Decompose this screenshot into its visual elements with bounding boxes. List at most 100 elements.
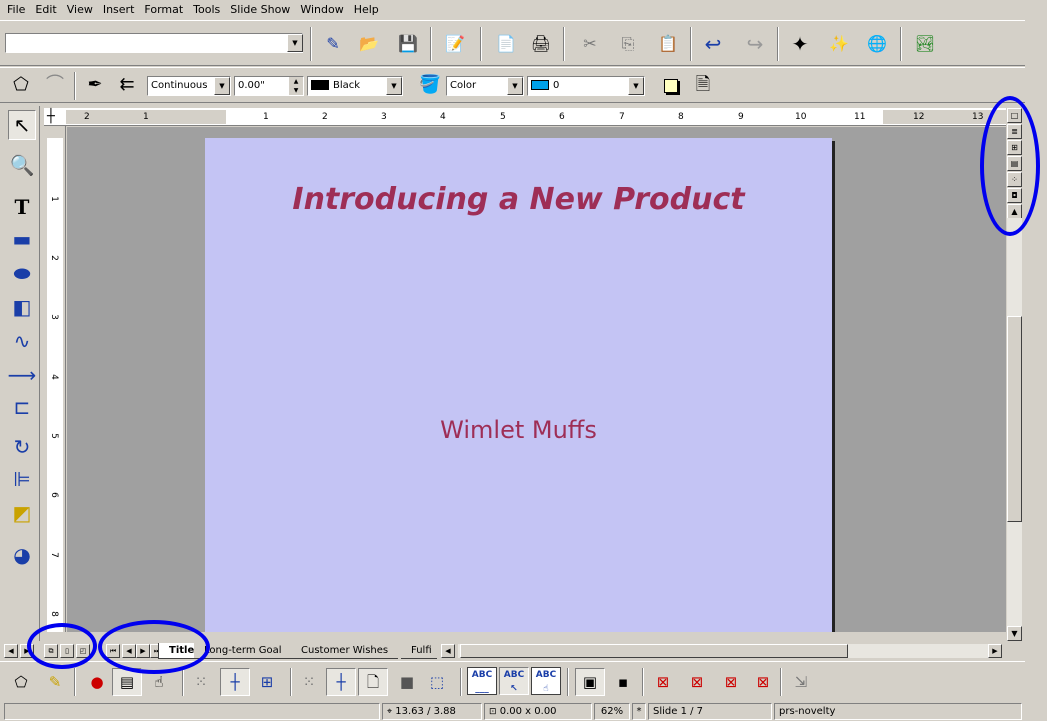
double-click-text-edit-icon[interactable]: ABC ☝ (531, 667, 561, 695)
line-color-select[interactable]: Black ▼ (307, 76, 403, 96)
tab-scroll-left-icon[interactable]: ◀ (441, 644, 455, 658)
shadow-icon[interactable] (658, 73, 684, 99)
rotation-mode-icon[interactable]: ● (82, 668, 112, 696)
scroll-up-icon[interactable]: ▲ (1007, 204, 1022, 219)
cut-icon[interactable]: ✂ (577, 31, 603, 57)
vertical-ruler[interactable]: 1 2 3 4 5 6 7 8 (44, 126, 66, 632)
glue-points-icon[interactable]: ✎ (40, 668, 70, 696)
snap-object-points-icon[interactable]: ⬚ (422, 668, 452, 696)
export-pdf-icon[interactable]: 📄 (493, 31, 519, 57)
scroll-right-icon[interactable]: ▶ (20, 644, 34, 658)
tab-stop-icon[interactable]: ┼ (47, 109, 55, 124)
menu-slide-show[interactable]: Slide Show (225, 0, 295, 20)
text-tool-icon[interactable]: T (8, 192, 36, 222)
notes-view-icon[interactable]: ▤ (1007, 156, 1022, 171)
chevron-down-icon[interactable]: ▼ (386, 77, 402, 95)
edit-points-icon[interactable]: ⬠ (8, 72, 34, 98)
exit-all-groups-icon[interactable]: ▣ (575, 668, 605, 696)
handles-large-icon[interactable]: ▪ (608, 668, 638, 696)
menu-help[interactable]: Help (349, 0, 384, 20)
drawing-view-icon[interactable]: □ (1007, 108, 1022, 123)
select-arrow-icon[interactable]: ↖ (8, 110, 36, 140)
area-fill-icon[interactable]: 🪣 (417, 72, 443, 98)
solid-mark-dragging-icon[interactable]: ⇲ (786, 668, 816, 696)
master-view-icon[interactable]: ▯ (60, 644, 74, 658)
align-icon[interactable]: ⊫ (8, 464, 36, 494)
layer-view-icon[interactable]: ◰ (76, 644, 90, 658)
tab-customer-wishes[interactable]: Customer Wishes (291, 643, 399, 659)
arrange-icon[interactable]: ◩ (8, 498, 36, 528)
tab-long-term-goal[interactable]: Long-term Goal (194, 643, 292, 659)
outline-view-icon[interactable]: ≣ (1007, 124, 1022, 139)
horizontal-scroll-thumb[interactable] (460, 644, 848, 658)
display-mode-3-icon[interactable]: ⊠ (716, 668, 746, 696)
snap-page-margins-icon[interactable]: 🗋 (358, 668, 388, 696)
undo-icon[interactable]: ↩ (700, 31, 726, 57)
menu-format[interactable]: Format (139, 0, 188, 20)
scroll-down-icon[interactable]: ▼ (1007, 626, 1022, 641)
prev-slide-icon[interactable]: ◀ (122, 644, 136, 658)
zoom-icon[interactable]: 🔍 (8, 150, 36, 180)
quick-edit-icon[interactable]: ☝ (144, 668, 174, 696)
menu-tools[interactable]: Tools (188, 0, 225, 20)
arrow-style-icon[interactable]: ⇇ (114, 72, 140, 98)
rotate-icon[interactable]: ↻ (8, 432, 36, 462)
menu-file[interactable]: File (2, 0, 30, 20)
gallery-icon[interactable]: 🌐 (864, 31, 890, 57)
copy-icon[interactable]: ⎘ (615, 31, 641, 57)
slide-view-icon[interactable]: ⧉ (44, 644, 58, 658)
tab-scroll-right-icon[interactable]: ▶ (988, 644, 1002, 658)
chevron-down-icon[interactable]: ▼ (507, 77, 523, 95)
scroll-left-icon[interactable]: ◀ (4, 644, 18, 658)
status-zoom[interactable]: 62% (594, 703, 630, 720)
line-style-select[interactable]: Continuous ▼ (147, 76, 231, 96)
start-slideshow-icon[interactable]: 🏞 (912, 31, 938, 57)
helplines-icon[interactable]: ⊞ (252, 668, 282, 696)
tab-fulfillment[interactable]: Fulfi (401, 643, 437, 659)
slide-workspace[interactable]: Introducing a New Product Wimlet Muffs (67, 127, 1006, 632)
handout-view-icon[interactable]: ⁘ (1007, 172, 1022, 187)
edit-points-icon[interactable]: ⬠ (6, 668, 36, 696)
url-dropdown-button[interactable]: ▼ (287, 34, 303, 52)
display-mode-1-icon[interactable]: ⊠ (648, 668, 678, 696)
save-icon[interactable]: 💾 (395, 31, 421, 57)
paste-icon[interactable]: 📋 (655, 31, 681, 57)
line-width-spinner[interactable]: ▲ ▼ (289, 77, 303, 95)
slide-title[interactable]: Introducing a New Product (205, 182, 832, 217)
menu-insert[interactable]: Insert (98, 0, 140, 20)
menu-window[interactable]: Window (295, 0, 348, 20)
show-grid-icon[interactable]: ⁙ (186, 668, 216, 696)
edit-file-icon[interactable]: ✎ (320, 31, 346, 57)
area-color-select[interactable]: 0 ▼ (527, 76, 645, 96)
navigator-icon[interactable]: ✦ (787, 31, 813, 57)
first-slide-icon[interactable]: ⏮ (106, 644, 120, 658)
line-arrow-icon[interactable]: ⟶ (8, 360, 37, 390)
area-style-select[interactable]: Color ▼ (446, 76, 524, 96)
horizontal-ruler[interactable]: ┼ 2 1 1 2 3 4 5 6 7 8 9 10 11 12 13 (44, 108, 1006, 126)
print-icon[interactable]: 🖨 (528, 31, 554, 57)
curve-tool-icon[interactable]: ∿ (8, 326, 36, 356)
text-frame-icon[interactable]: ▤ (112, 668, 142, 696)
slideshow-view-icon[interactable]: ◘ (1007, 188, 1022, 203)
allow-quick-edit-icon[interactable]: ABC ___ (467, 667, 497, 695)
3d-object-icon[interactable]: ◧ (8, 292, 36, 322)
select-text-area-icon[interactable]: ABC ↖ (499, 667, 529, 695)
curve-icon[interactable]: ⌒ (42, 72, 68, 98)
menu-edit[interactable]: Edit (30, 0, 61, 20)
line-width-input[interactable]: 0.00" ▲ ▼ (234, 76, 304, 96)
slide-canvas[interactable]: Introducing a New Product Wimlet Muffs (205, 138, 832, 632)
insert-chart-icon[interactable]: ◕ (8, 540, 36, 570)
snap-object-border-icon[interactable]: ■ (392, 668, 422, 696)
slides-view-icon[interactable]: ⊞ (1007, 140, 1022, 155)
open-folder-icon[interactable]: 📂 (356, 31, 382, 57)
chevron-down-icon[interactable]: ▼ (628, 77, 644, 95)
menu-view[interactable]: View (62, 0, 98, 20)
redo-icon[interactable]: ↪ (742, 31, 768, 57)
next-slide-icon[interactable]: ▶ (136, 644, 150, 658)
rectangle-icon[interactable]: ▬ (8, 224, 36, 254)
chevron-down-icon[interactable]: ▼ (214, 77, 230, 95)
ellipse-icon[interactable]: ⬬ (8, 258, 36, 288)
snap-lines-icon[interactable]: ┼ (220, 668, 250, 696)
snap-snaplines-icon[interactable]: ┼ (326, 668, 356, 696)
line-icon[interactable]: ✒ (82, 72, 108, 98)
